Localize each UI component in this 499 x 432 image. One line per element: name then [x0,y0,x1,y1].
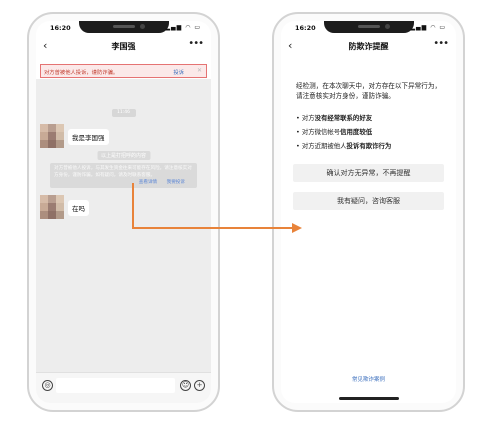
message-bubble: 我是李国强 [68,129,109,145]
avatar[interactable] [40,124,64,148]
close-icon[interactable]: ✕ [197,67,202,74]
chat-title: 李国强 [111,42,136,51]
more-icon[interactable]: ••• [188,38,204,49]
warning-text: 对方曾被他人投诉，谨防诈骗。 [44,70,119,76]
arrow-vertical [132,183,134,228]
system-tip: 以上是打招呼的内容 [96,151,151,160]
bullet-item: • 对方没有经常联系的好友 [296,114,373,122]
page-title: 防欺诈提醒 [348,42,389,51]
status-time: 16:20 [295,24,316,32]
status-icons: ▂▄▆ ◠ ▭ [165,24,201,31]
timestamp: 11:46 [111,109,136,117]
status-bar: 16:20 ▂▄▆ ◠ ▭ [281,21,456,37]
bullet-item: • 对方微信帐号信用度较低 [296,128,373,136]
left-screen: 16:20 ▂▄▆ ◠ ▭ ‹ 李国强 ••• 对方曾被他人投诉，谨防诈骗。 投… [36,21,211,403]
report-link[interactable]: 投诉 [173,68,184,76]
status-icons: ▂▄▆ ◠ ▭ [410,24,446,31]
arrow-horizontal [132,227,295,229]
fraud-notice: 对方曾被他人投诉，与其发生资金往来可能存在风险。请注意核实对方身份，谨防诈骗。如… [50,163,197,188]
report-link[interactable]: 我要投诉 [167,180,185,185]
input-bar: ◎ ☺ + [36,372,211,403]
page-header: ‹ 防欺诈提醒 ••• [281,37,456,55]
fraud-warning-bar: 对方曾被他人投诉，谨防诈骗。 投诉 ✕ [40,64,207,78]
notice-text: 对方曾被他人投诉，与其发生资金往来可能存在风险。请注意核实对方身份，谨防诈骗。如… [54,166,192,178]
status-bar: 16:20 ▂▄▆ ◠ ▭ [36,21,211,37]
left-phone: 16:20 ▂▄▆ ◠ ▭ ‹ 李国强 ••• 对方曾被他人投诉，谨防诈骗。 投… [27,12,220,412]
message-input[interactable] [56,378,175,393]
arrow-head-icon [292,223,302,233]
right-phone: 16:20 ▂▄▆ ◠ ▭ ‹ 防欺诈提醒 ••• 经检测，在本次聊天中，对方存… [272,12,465,412]
home-indicator [338,397,399,400]
more-icon[interactable]: ••• [433,38,449,49]
common-fraud-cases-link[interactable]: 常见欺诈案例 [281,375,456,383]
status-time: 16:20 [50,24,71,32]
voice-icon[interactable]: ◎ [42,380,53,391]
consult-service-button[interactable]: 我有疑问，咨询客服 [293,192,444,210]
confirm-no-anomaly-button[interactable]: 确认对方无异常，不再提醒 [293,164,444,182]
right-screen: 16:20 ▂▄▆ ◠ ▭ ‹ 防欺诈提醒 ••• 经检测，在本次聊天中，对方存… [281,21,456,403]
emoji-icon[interactable]: ☺ [180,380,191,391]
plus-icon[interactable]: + [194,380,205,391]
detection-text: 经检测，在本次聊天中，对方存在以下异常行为，请注意核实对方身份，谨防诈骗。 [296,82,442,100]
bullet-item: • 对方近期被他人投诉有欺诈行为 [296,142,392,150]
chat-header: ‹ 李国强 ••• [36,37,211,55]
avatar[interactable] [40,195,64,219]
check-details-link[interactable]: 查看详情 [139,180,157,185]
chat-area: 11:46 我是李国强 以上是打招呼的内容 对方曾被他人投诉，与其发生资金往来可… [36,79,211,373]
message-bubble: 在吗 [68,200,89,216]
